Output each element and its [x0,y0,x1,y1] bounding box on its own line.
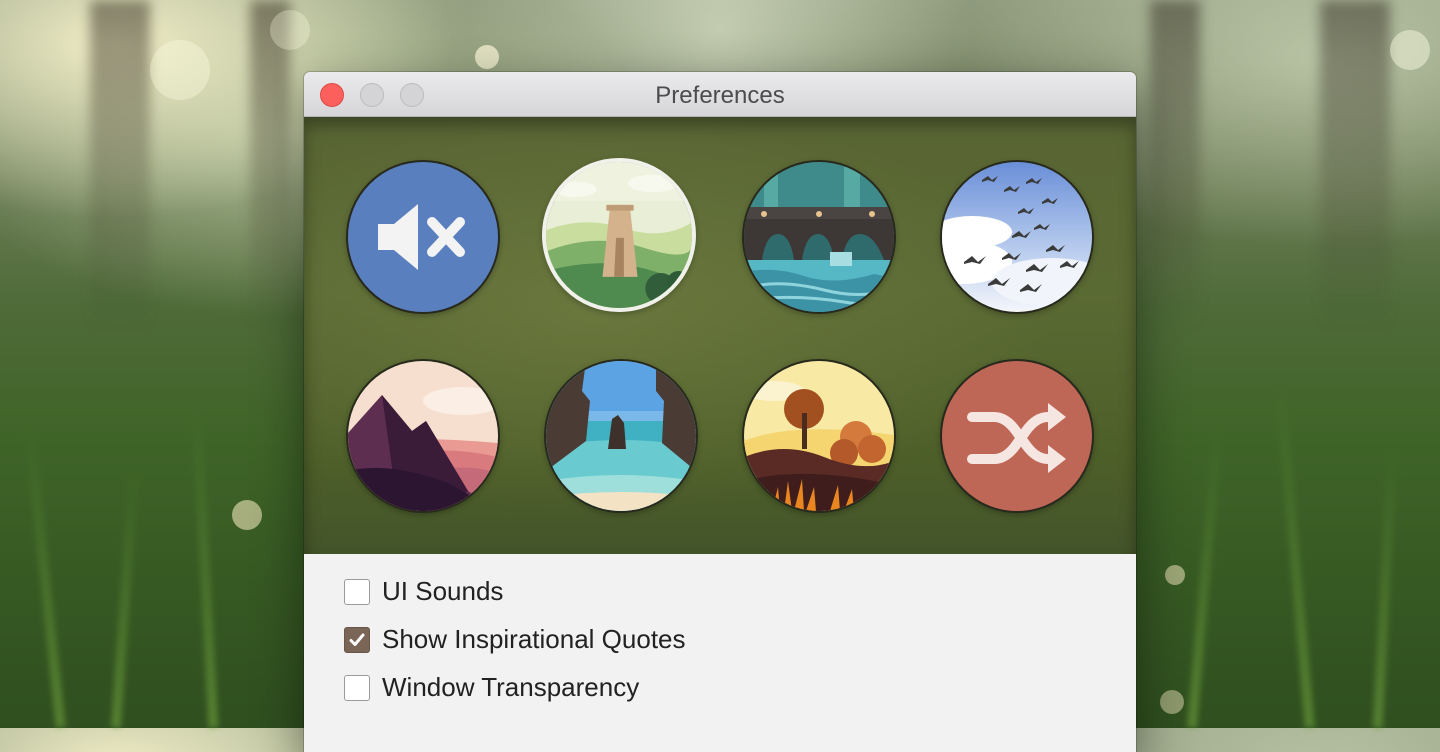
window-transparency-label: Window Transparency [382,672,640,702]
cliffs-lagoon-beach-icon [546,361,696,511]
show-quotes-label: Show Inspirational Quotes [382,624,686,654]
ui-sounds-label: UI Sounds [382,576,504,606]
window-transparency-checkbox[interactable] [344,674,370,701]
theme-tower-hills[interactable] [542,158,696,312]
tower-hills-landscape-icon [546,162,692,308]
theme-aqueduct[interactable] [742,160,896,314]
option-show-quotes[interactable]: Show Inspirational Quotes [344,624,686,655]
window-title: Preferences [655,82,785,109]
theme-mountains[interactable] [346,359,500,513]
aqueduct-river-landscape-icon [744,162,894,312]
ui-sounds-checkbox[interactable] [344,578,370,605]
speaker-muted-icon [378,204,465,270]
shuffle-icon [967,403,1066,473]
theme-picker [304,117,1136,554]
checkmark-icon [349,633,365,646]
option-window-transparency[interactable]: Window Transparency [344,672,639,703]
theme-autumn[interactable] [742,359,896,513]
preferences-window: Preferences UI Sounds Show Inspirational… [304,72,1136,752]
theme-cliffs[interactable] [544,359,698,513]
purple-mountains-sunset-icon [348,361,498,511]
theme-birds[interactable] [940,160,1094,314]
flock-birds-sky-icon [942,162,1092,312]
theme-shuffle[interactable] [940,359,1094,513]
theme-mute[interactable] [346,160,500,314]
show-quotes-checkbox[interactable] [344,626,370,653]
option-ui-sounds[interactable]: UI Sounds [344,576,503,607]
autumn-tree-forest-icon [744,361,894,511]
settings-section: UI Sounds Show Inspirational Quotes Wind… [304,554,1136,752]
title-bar[interactable]: Preferences [304,72,1136,117]
